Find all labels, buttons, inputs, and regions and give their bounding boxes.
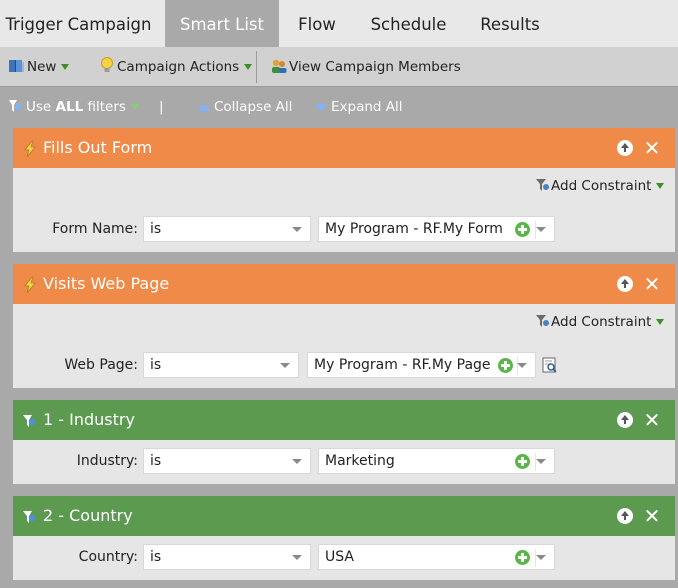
operator-select[interactable]: is (143, 216, 311, 242)
tab-trigger-campaign[interactable]: Trigger Campaign (0, 0, 157, 47)
chevron-down-icon (292, 555, 302, 560)
chevron-down-icon (517, 363, 527, 368)
filter-header[interactable]: 2 - Country ✕ (13, 496, 675, 536)
new-menu-button[interactable]: New (8, 47, 70, 87)
operator-value: is (150, 549, 162, 565)
filter-title: Fills Out Form (43, 138, 153, 157)
all-label: ALL (55, 99, 84, 115)
filter-block-industry: 1 - Industry ✕ Industry: is Marketing (13, 400, 675, 484)
filter-block-fills-out-form: Fills Out Form ✕ Add Constraint Form Nam… (13, 128, 675, 252)
field-label: Form Name: (52, 221, 138, 237)
expand-down-icon (315, 103, 327, 111)
operator-value: is (150, 357, 162, 373)
lightbulb-icon (101, 57, 113, 72)
chevron-down-icon (536, 227, 546, 232)
new-label: New (27, 59, 57, 75)
filter-block-visits-web-page: Visits Web Page ✕ Add Constraint Web Pag… (13, 264, 675, 388)
chevron-down-icon (292, 459, 302, 464)
add-value-icon[interactable] (498, 358, 513, 373)
funnel-filter-icon (23, 511, 36, 523)
expand-all-label: Expand All (331, 99, 403, 115)
operator-select[interactable]: is (143, 448, 311, 474)
chevron-down-icon (292, 227, 302, 232)
filter-header[interactable]: 1 - Industry ✕ (13, 400, 675, 440)
add-constraint-dropdown-icon (656, 319, 665, 325)
operator-value: is (150, 221, 162, 237)
add-value-icon[interactable] (515, 454, 530, 469)
operator-select[interactable]: is (143, 352, 299, 378)
add-value-icon[interactable] (515, 550, 530, 565)
collapse-all-label: Collapse All (214, 99, 293, 115)
chevron-down-icon (536, 555, 546, 560)
move-up-icon[interactable] (617, 412, 633, 428)
field-label: Web Page: (64, 357, 138, 373)
collapse-all-button[interactable]: Collapse All (198, 88, 292, 126)
operator-select[interactable]: is (143, 544, 311, 570)
view-campaign-members-button[interactable]: View Campaign Members (270, 47, 461, 87)
expand-all-button[interactable]: Expand All (315, 88, 403, 126)
filter-header[interactable]: Fills Out Form ✕ (13, 128, 675, 168)
add-value-icon[interactable] (515, 222, 530, 237)
close-icon[interactable]: ✕ (643, 506, 661, 526)
add-constraint-button[interactable]: Add Constraint (535, 312, 665, 332)
move-up-icon[interactable] (617, 276, 633, 292)
tab-results[interactable]: Results (467, 0, 553, 47)
tab-schedule[interactable]: Schedule (360, 0, 457, 47)
value-text: My Program - RF.My Form (325, 221, 503, 237)
value-text: My Program - RF.My Page (314, 357, 491, 373)
lightning-trigger-icon (24, 276, 36, 294)
lightning-trigger-icon (24, 140, 36, 158)
people-icon (272, 59, 287, 73)
funnel-icon (536, 179, 549, 191)
new-dropdown-icon (61, 64, 70, 70)
add-constraint-label: Add Constraint (551, 314, 652, 330)
chevron-down-icon (536, 459, 546, 464)
chevron-down-icon (280, 363, 290, 368)
new-book-icon (9, 60, 24, 72)
tab-smart-list[interactable]: Smart List (165, 0, 279, 47)
move-up-icon[interactable] (617, 508, 633, 524)
campaign-actions-dropdown-icon (244, 64, 253, 70)
value-select[interactable]: My Program - RF.My Form (318, 216, 555, 242)
funnel-filter-icon (23, 415, 36, 427)
use-filters-dropdown-icon (130, 104, 139, 110)
field-label: Country: (78, 549, 138, 565)
close-icon[interactable]: ✕ (643, 138, 661, 158)
filter-options-bar: Use ALL filters | Collapse All Expand Al… (0, 88, 678, 126)
view-campaign-members-label: View Campaign Members (289, 59, 461, 75)
value-select[interactable]: Marketing (318, 448, 555, 474)
options-separator: | (159, 99, 164, 115)
tab-bar: Trigger Campaign Smart List Flow Schedul… (0, 0, 678, 47)
use-label: Use (26, 99, 52, 115)
funnel-icon (9, 100, 21, 112)
filter-title: 1 - Industry (43, 410, 135, 429)
funnel-icon (536, 315, 549, 327)
lookup-search-icon[interactable] (542, 357, 558, 373)
filter-title: Visits Web Page (43, 274, 170, 293)
add-constraint-label: Add Constraint (551, 178, 652, 194)
add-constraint-dropdown-icon (656, 183, 665, 189)
operator-value: is (150, 453, 162, 469)
value-select[interactable]: My Program - RF.My Page (307, 352, 536, 378)
add-constraint-button[interactable]: Add Constraint (535, 176, 665, 196)
value-text: Marketing (325, 453, 395, 469)
close-icon[interactable]: ✕ (643, 410, 661, 430)
value-select[interactable]: USA (318, 544, 555, 570)
use-all-filters-dropdown[interactable]: Use ALL filters (8, 88, 139, 126)
tab-flow[interactable]: Flow (285, 0, 349, 47)
toolbar-divider (256, 51, 257, 83)
collapse-up-icon (198, 103, 210, 111)
close-icon[interactable]: ✕ (643, 274, 661, 294)
filter-header[interactable]: Visits Web Page ✕ (13, 264, 675, 304)
move-up-icon[interactable] (617, 140, 633, 156)
filter-title: 2 - Country (43, 506, 133, 525)
filter-block-country: 2 - Country ✕ Country: is USA (13, 496, 675, 580)
toolbar: New Campaign Actions View Campaign Membe… (0, 47, 678, 87)
campaign-actions-menu-button[interactable]: Campaign Actions (100, 47, 253, 87)
filters-label: filters (87, 99, 126, 115)
campaign-actions-label: Campaign Actions (117, 59, 240, 75)
value-text: USA (325, 549, 354, 565)
field-label: Industry: (76, 453, 138, 469)
